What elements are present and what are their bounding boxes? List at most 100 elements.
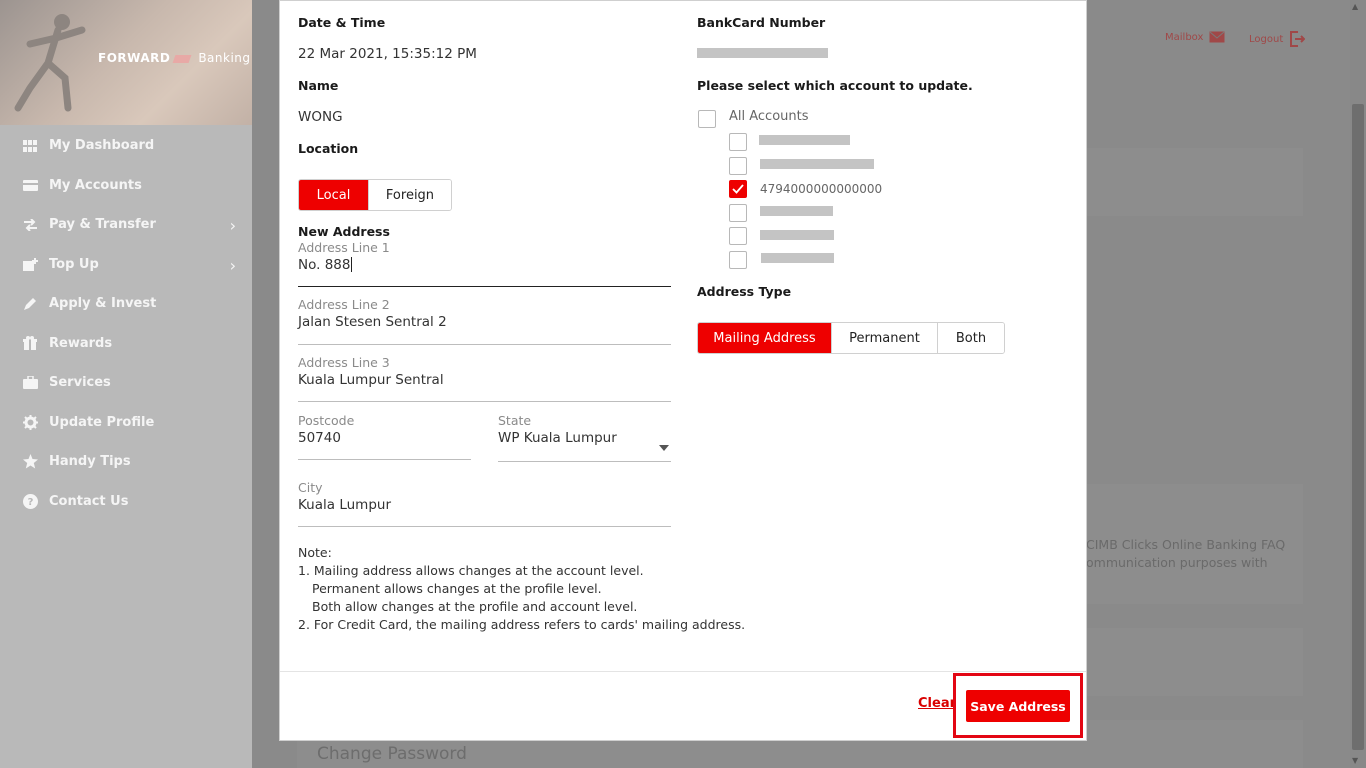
- address-line3-input[interactable]: Kuala Lumpur Sentral: [298, 372, 671, 388]
- select-account-label: Please select which account to update.: [697, 78, 973, 93]
- change-password-heading: Change Password: [317, 744, 467, 764]
- bankcard-number-masked: [697, 48, 828, 58]
- account-checkbox[interactable]: [729, 157, 747, 175]
- sidebar-item-label: Apply & Invest: [49, 296, 157, 312]
- note-line: 2. For Credit Card, the mailing address …: [298, 617, 746, 632]
- address-type-both-option[interactable]: Both: [938, 323, 1004, 353]
- field-label: City: [298, 480, 323, 495]
- bankcard-number-label: BankCard Number: [697, 15, 826, 30]
- account-number-masked: [759, 135, 850, 145]
- faq-line: ommunication purposes with: [1086, 555, 1268, 570]
- address-type-mailing-option[interactable]: Mailing Address: [698, 323, 832, 353]
- chevron-right-icon: ›: [229, 216, 236, 235]
- postcode-field[interactable]: Postcode 50740: [298, 413, 471, 460]
- state-value: WP Kuala Lumpur: [498, 430, 617, 446]
- sidebar-item-label: Rewards: [49, 335, 113, 351]
- address-line1-input[interactable]: No. 888: [298, 257, 671, 273]
- sidebar-item-label: Top Up: [49, 256, 99, 272]
- account-number-masked: [760, 159, 874, 169]
- sidebar-item-update-profile[interactable]: Update Profile: [0, 403, 252, 443]
- field-label: Address Line 1: [298, 240, 390, 255]
- sidebar-item-label: Contact Us: [49, 493, 129, 509]
- modal-footer-divider: [280, 671, 1086, 672]
- mailbox-link[interactable]: Mailbox: [1165, 31, 1225, 43]
- logout-link[interactable]: Logout: [1249, 31, 1306, 47]
- sidebar-item-handy-tips[interactable]: Handy Tips: [0, 442, 252, 482]
- sidebar-item-rewards[interactable]: Rewards: [0, 324, 252, 364]
- address-type-label: Address Type: [697, 284, 792, 299]
- sidebar-nav: My Dashboard My Accounts Pay & Transfer …: [0, 126, 252, 521]
- sidebar-item-pay-transfer[interactable]: Pay & Transfer ›: [0, 205, 252, 245]
- sidebar: FORWARD Banking My Dashboard My Accounts …: [0, 0, 252, 768]
- brand-flag-icon: [172, 54, 192, 63]
- account-checkbox[interactable]: [729, 251, 747, 269]
- sidebar-item-label: My Accounts: [49, 177, 142, 193]
- checkmark-icon: [732, 184, 744, 194]
- sidebar-item-label: My Dashboard: [49, 138, 155, 154]
- scrollbar-thumb[interactable]: [1352, 104, 1364, 750]
- gift-icon: [22, 335, 38, 351]
- address-line2-field[interactable]: Address Line 2 Jalan Stesen Sentral 2: [298, 297, 671, 345]
- address-type-toggle: Mailing Address Permanent Both: [697, 322, 1005, 354]
- account-checkbox[interactable]: [729, 227, 747, 245]
- sidebar-item-my-accounts[interactable]: My Accounts: [0, 166, 252, 206]
- scroll-down-icon[interactable]: ▼: [1352, 756, 1358, 765]
- save-address-button[interactable]: Save Address: [966, 690, 1070, 722]
- note-line: Permanent allows changes at the profile …: [312, 581, 602, 596]
- sidebar-item-label: Update Profile: [49, 414, 155, 430]
- location-toggle: Local Foreign: [298, 179, 452, 211]
- address-line2-input[interactable]: Jalan Stesen Sentral 2: [298, 314, 671, 330]
- sidebar-item-services[interactable]: Services: [0, 363, 252, 403]
- pencil-icon: [22, 296, 38, 312]
- sidebar-item-label: Pay & Transfer: [49, 217, 156, 233]
- help-icon: ?: [22, 493, 38, 509]
- address-line3-field[interactable]: Address Line 3 Kuala Lumpur Sentral: [298, 355, 671, 402]
- state-select[interactable]: State WP Kuala Lumpur: [498, 413, 671, 462]
- brand-name: FORWARD: [98, 51, 171, 65]
- address-line1-field[interactable]: Address Line 1 No. 888: [298, 240, 671, 287]
- account-checkbox[interactable]: [729, 133, 747, 151]
- city-field[interactable]: City Kuala Lumpur: [298, 480, 671, 527]
- text-caret: [351, 257, 353, 272]
- account-number-masked: [761, 253, 834, 263]
- postcode-input[interactable]: 50740: [298, 430, 471, 446]
- runner-illustration: [14, 14, 86, 112]
- field-label: Postcode: [298, 413, 355, 428]
- logout-icon: [1290, 31, 1306, 47]
- account-checkbox-checked[interactable]: [729, 180, 747, 198]
- all-accounts-checkbox[interactable]: [698, 110, 716, 128]
- location-label: Location: [298, 141, 359, 156]
- mailbox-label: Mailbox: [1165, 31, 1204, 43]
- note-title: Note:: [298, 545, 332, 560]
- brand-banner: FORWARD Banking: [0, 0, 252, 125]
- dropdown-arrow-icon: [659, 445, 669, 451]
- card-icon: [22, 177, 38, 193]
- sidebar-item-my-dashboard[interactable]: My Dashboard: [0, 126, 252, 166]
- briefcase-icon: [22, 375, 38, 391]
- update-address-modal: Date & Time 22 Mar 2021, 15:35:12 PM Nam…: [279, 0, 1087, 741]
- account-number-masked: [760, 206, 833, 216]
- sidebar-item-apply-invest[interactable]: Apply & Invest: [0, 284, 252, 324]
- city-input[interactable]: Kuala Lumpur: [298, 497, 671, 513]
- logout-label: Logout: [1249, 33, 1284, 45]
- account-checkbox[interactable]: [729, 204, 747, 222]
- mail-icon: [1209, 31, 1225, 43]
- note-line: Both allow changes at the profile and ac…: [312, 599, 638, 614]
- topup-icon: [22, 256, 38, 272]
- account-number-masked: [760, 230, 834, 240]
- star-icon: [22, 454, 38, 470]
- scroll-up-icon[interactable]: ▲: [1352, 2, 1358, 11]
- svg-text:?: ?: [27, 497, 33, 508]
- sidebar-item-contact-us[interactable]: ? Contact Us: [0, 482, 252, 522]
- location-local-option[interactable]: Local: [299, 180, 369, 210]
- gear-icon: [22, 414, 38, 430]
- location-foreign-option[interactable]: Foreign: [369, 180, 451, 210]
- transfer-icon: [22, 217, 38, 233]
- field-value: No. 888: [298, 257, 351, 273]
- sidebar-item-top-up[interactable]: Top Up ›: [0, 245, 252, 285]
- field-label: Address Line 2: [298, 297, 390, 312]
- name-label: Name: [298, 78, 339, 93]
- address-type-permanent-option[interactable]: Permanent: [832, 323, 938, 353]
- clear-link[interactable]: Clear: [918, 696, 956, 711]
- address-note: Note: 1. Mailing address allows changes …: [298, 544, 745, 634]
